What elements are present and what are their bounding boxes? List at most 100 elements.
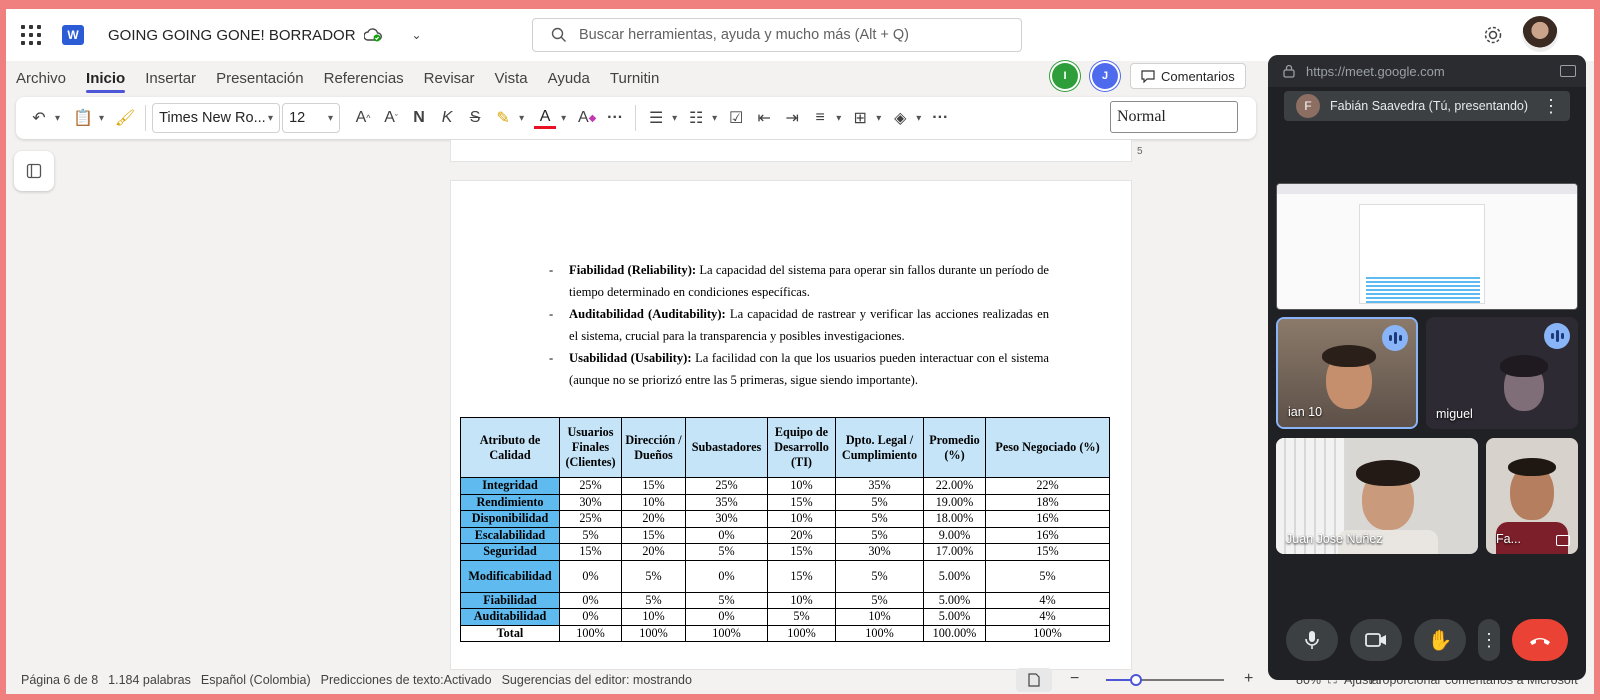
decrease-indent-icon[interactable]: ⇤ xyxy=(753,103,775,133)
participant-tile[interactable]: Juan Jose Nuñez xyxy=(1276,438,1478,554)
bullets-icon[interactable]: ☰ xyxy=(645,103,667,133)
search-icon xyxy=(551,27,566,42)
grow-font-icon[interactable]: A ^ xyxy=(352,103,374,133)
strikethrough-icon[interactable]: S xyxy=(464,103,486,133)
align-icon[interactable]: ≡ xyxy=(809,103,831,133)
navigation-pane-button[interactable] xyxy=(14,151,54,191)
chevron-down-icon[interactable]: ▾ xyxy=(836,113,841,124)
tab-vista[interactable]: Vista xyxy=(485,61,538,95)
table-cell: 0% xyxy=(559,608,622,626)
italic-icon[interactable]: K xyxy=(436,103,458,133)
zoom-out-icon[interactable]: − xyxy=(1070,670,1079,688)
camera-icon[interactable] xyxy=(1560,65,1576,77)
zoom-slider-thumb[interactable] xyxy=(1129,674,1142,686)
shading-icon[interactable]: ◈ xyxy=(889,103,911,133)
raise-hand-button[interactable]: ✋ xyxy=(1414,619,1466,661)
table-cell: 5% xyxy=(767,608,836,626)
list-item: - Usabilidad (Usability): La facilidad co… xyxy=(549,347,1049,391)
comments-button[interactable]: Comentarios xyxy=(1130,63,1246,89)
presence-avatar[interactable]: J xyxy=(1092,63,1118,89)
undo-icon[interactable]: ↶ xyxy=(28,103,50,133)
table-cell: 100% xyxy=(835,624,924,642)
bullet-list: - Fiabilidad (Reliability): La capacidad … xyxy=(549,259,1049,391)
table-cell: 15% xyxy=(621,477,686,495)
more-options-icon[interactable]: ⋮ xyxy=(1542,97,1560,115)
participant-tile[interactable]: Fa... xyxy=(1486,438,1578,554)
speaking-indicator-icon xyxy=(1544,323,1570,349)
column-header: Promedio (%) xyxy=(923,417,986,478)
view-mode-button[interactable] xyxy=(1016,668,1052,692)
page-count[interactable]: Página 6 de 8 xyxy=(21,673,98,687)
more-icon[interactable]: ··· xyxy=(929,103,951,133)
font-name-select[interactable]: Times New Ro... ▾ xyxy=(152,103,281,133)
bullet-term: Fiabilidad (Reliability): xyxy=(569,263,697,277)
text-predictions-status[interactable]: Predicciones de texto:Activado xyxy=(321,673,492,687)
document-page[interactable]: - Fiabilidad (Reliability): La capacidad … xyxy=(450,180,1132,670)
font-size-select[interactable]: 12 ▾ xyxy=(282,103,341,133)
more-icon[interactable]: ··· xyxy=(604,103,626,133)
participant-tile[interactable]: miguel xyxy=(1426,317,1578,429)
numbering-icon[interactable]: ☷ xyxy=(685,103,707,133)
paste-icon[interactable]: 📋 xyxy=(72,103,94,133)
avatar[interactable] xyxy=(1522,16,1558,52)
presenter-label: Fabián Saavedra (Tú, presentando) xyxy=(1330,99,1529,113)
tab-ayuda[interactable]: Ayuda xyxy=(538,61,600,95)
column-header: Dpto. Legal / Cumplimiento xyxy=(835,417,924,478)
table-cell: 0% xyxy=(685,559,768,593)
language-status[interactable]: Español (Colombia) xyxy=(201,673,311,687)
meet-url-bar: https://meet.google.com xyxy=(1268,55,1586,87)
font-color-icon[interactable]: A xyxy=(534,107,557,129)
chevron-down-icon[interactable]: ▾ xyxy=(99,113,104,124)
chevron-down-icon[interactable]: ▾ xyxy=(672,113,677,124)
borders-icon[interactable]: ⊞ xyxy=(849,103,871,133)
format-painter-icon[interactable]: 🖌 xyxy=(114,103,136,133)
gear-icon[interactable] xyxy=(1482,24,1504,46)
row-header-cell: Integridad xyxy=(460,477,560,495)
tab-turnitin[interactable]: Turnitin xyxy=(600,61,669,95)
app-launcher-icon[interactable] xyxy=(20,24,42,46)
camera-button[interactable] xyxy=(1350,619,1402,661)
chevron-down-icon[interactable]: ▾ xyxy=(916,113,921,124)
list-item: - Auditabilidad (Auditability): La capaci… xyxy=(549,303,1049,347)
tab-archivo[interactable]: Archivo xyxy=(6,61,76,95)
editor-suggestions-status[interactable]: Sugerencias del editor: mostrando xyxy=(502,673,692,687)
clear-format-icon[interactable]: A ◆ xyxy=(576,103,598,133)
chevron-down-icon[interactable]: ▾ xyxy=(55,113,60,124)
search-input[interactable] xyxy=(579,27,999,43)
table-cell: 17.00% xyxy=(923,543,986,561)
more-options-button[interactable]: ⋮ xyxy=(1478,619,1500,661)
chevron-down-icon[interactable]: ▾ xyxy=(561,113,566,124)
search-box[interactable] xyxy=(532,18,1022,52)
increase-indent-icon[interactable]: ⇥ xyxy=(781,103,803,133)
chevron-down-icon[interactable]: ⌄ xyxy=(412,28,422,42)
bold-icon[interactable]: N xyxy=(408,103,430,133)
table-row: Integridad 25% 15% 25% 10% 35% 22.00% 22% xyxy=(460,477,1110,495)
presence-avatar[interactable]: I xyxy=(1052,63,1078,89)
tab-presentacion[interactable]: Presentación xyxy=(206,61,314,95)
tab-insertar[interactable]: Insertar xyxy=(135,61,206,95)
zoom-slider[interactable] xyxy=(1106,679,1224,681)
highlight-icon[interactable]: ✎ xyxy=(492,103,514,133)
microphone-button[interactable] xyxy=(1286,619,1338,661)
tab-inicio[interactable]: Inicio xyxy=(76,61,135,95)
meet-overlay[interactable]: https://meet.google.com F Fabián Saavedr… xyxy=(1268,55,1586,680)
table-cell: 10% xyxy=(835,608,924,626)
checklist-icon[interactable]: ☑ xyxy=(725,103,747,133)
table-cell: 16% xyxy=(985,526,1110,544)
screen-share-preview xyxy=(1276,183,1578,310)
chevron-down-icon[interactable]: ▾ xyxy=(519,113,524,124)
participant-tile[interactable]: ian 10 xyxy=(1276,317,1418,429)
tab-revisar[interactable]: Revisar xyxy=(414,61,485,95)
quality-attributes-table: Atributo de Calidad Usuarios Finales (Cl… xyxy=(460,417,1110,642)
table-cell: 35% xyxy=(835,477,924,495)
chevron-down-icon[interactable]: ▾ xyxy=(712,113,717,124)
document-title[interactable]: GOING GOING GONE! BORRADOR xyxy=(108,27,356,44)
chevron-down-icon[interactable]: ▾ xyxy=(876,113,881,124)
shrink-font-icon[interactable]: Aˇ xyxy=(380,103,402,133)
word-count[interactable]: 1.184 palabras xyxy=(108,673,191,687)
style-select[interactable]: Normal xyxy=(1110,101,1238,133)
pip-icon[interactable] xyxy=(1556,535,1570,546)
zoom-in-icon[interactable]: + xyxy=(1244,670,1253,688)
end-call-button[interactable] xyxy=(1512,619,1568,661)
tab-referencias[interactable]: Referencias xyxy=(314,61,414,95)
